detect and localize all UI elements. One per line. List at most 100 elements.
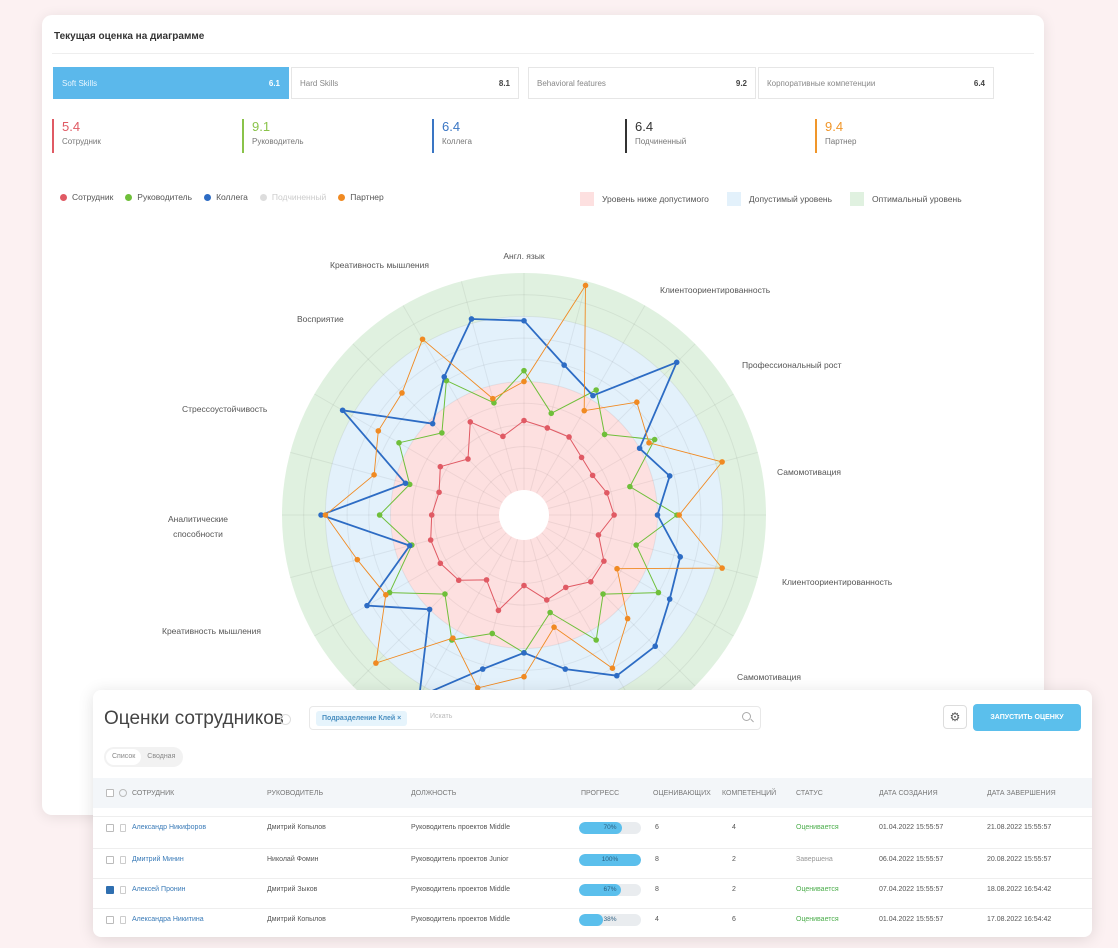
finished-date-cell: 20.08.2022 15:55:57 [987, 856, 1052, 863]
data-point [624, 615, 631, 622]
data-point [427, 537, 434, 543]
start-evaluation-button[interactable]: ЗАПУСТИТЬ ОЦЕНКУ [973, 704, 1081, 731]
data-point [521, 367, 527, 374]
data-point [364, 602, 370, 609]
data-point [627, 483, 633, 490]
data-point [428, 512, 435, 518]
axis-label: Самомотивация [737, 672, 801, 682]
axis-label: Креативность мышления [330, 260, 429, 270]
row-checkbox[interactable] [106, 824, 114, 832]
data-point [673, 359, 680, 366]
data-point [450, 635, 456, 641]
finished-date-cell: 18.08.2022 16:54:42 [987, 886, 1052, 893]
row-checkbox[interactable] [106, 916, 114, 924]
data-point [601, 431, 608, 438]
data-point [595, 532, 602, 538]
select-all-checkbox[interactable] [106, 789, 114, 797]
data-point [396, 440, 402, 446]
data-point [561, 362, 567, 368]
data-point [371, 472, 377, 478]
progress-label: 38% [603, 916, 617, 923]
column-header-manager[interactable]: Руководитель [267, 790, 323, 797]
data-point [468, 316, 475, 322]
finished-date-cell: 17.08.2022 16:54:42 [987, 916, 1052, 923]
column-header-employee[interactable]: Сотрудник [132, 790, 174, 797]
data-point [634, 399, 640, 405]
data-point [543, 597, 550, 603]
filter-chip[interactable]: Подразделение Клей × [316, 711, 408, 726]
data-point [566, 434, 572, 440]
data-point [609, 665, 616, 671]
tab-list[interactable]: Список [106, 749, 142, 765]
search-input[interactable]: Искать [430, 713, 452, 720]
axis-label: Профессиональный рост [742, 360, 842, 370]
data-point [406, 542, 413, 549]
position-cell: Руководитель проектов Junior [411, 856, 509, 863]
position-cell: Руководитель проектов Middle [411, 824, 510, 831]
row-divider [93, 848, 1092, 849]
bookmark-icon[interactable] [120, 856, 126, 864]
data-point [601, 558, 607, 564]
bookmark-icon[interactable] [120, 886, 126, 894]
axis-label: Аналитические способности [167, 514, 229, 539]
created-date-cell: 06.04.2022 15:55:57 [879, 856, 944, 863]
status-badge: Оценивается [796, 824, 839, 831]
column-header-position[interactable]: Должность [411, 790, 456, 797]
progress-bar: 100% [579, 854, 641, 866]
data-point [614, 565, 620, 572]
data-point [375, 428, 382, 434]
row-checkbox[interactable] [106, 856, 114, 864]
data-point [604, 490, 610, 496]
tab-summary[interactable]: Сводная [141, 749, 181, 765]
raters-cell: 8 [655, 856, 659, 863]
data-point [636, 445, 643, 452]
employee-name-link[interactable]: Александр Никифоров [132, 824, 206, 831]
column-header-created[interactable]: Дата создания [879, 790, 938, 797]
employee-name-link[interactable]: Дмитрий Минин [132, 856, 184, 863]
created-date-cell: 07.04.2022 15:55:57 [879, 886, 944, 893]
data-point [544, 425, 551, 431]
employee-name-link[interactable]: Александра Никитина [132, 916, 204, 923]
column-header-competencies[interactable]: Компетенций [722, 790, 776, 797]
data-point [373, 660, 379, 666]
employee-name-link[interactable]: Алексей Пронин [132, 886, 186, 893]
info-icon[interactable] [280, 714, 291, 725]
position-cell: Руководитель проектов Middle [411, 916, 510, 923]
data-point [521, 378, 527, 385]
data-point [483, 577, 490, 583]
data-point [547, 609, 553, 616]
manager-cell: Дмитрий Зыков [267, 886, 318, 893]
data-point [593, 387, 599, 393]
data-point [479, 666, 486, 672]
data-point [354, 556, 361, 563]
data-point [426, 606, 433, 613]
row-checkbox[interactable] [106, 886, 114, 894]
status-badge: Оценивается [796, 886, 839, 893]
data-point [490, 395, 496, 402]
data-point [652, 643, 659, 650]
column-header-raters[interactable]: Оценивающих [653, 790, 711, 797]
data-point [521, 417, 527, 424]
data-point [562, 584, 569, 591]
column-header-finished[interactable]: Дата завершения [987, 790, 1056, 797]
bookmark-icon[interactable] [120, 916, 126, 924]
data-point [402, 480, 409, 487]
row-divider [93, 816, 1092, 817]
search-icon[interactable] [742, 712, 751, 721]
data-point [666, 473, 673, 479]
data-point [339, 407, 346, 414]
data-point [521, 582, 527, 589]
data-point [666, 596, 673, 602]
progress-bar: 67% [579, 884, 641, 896]
created-date-cell: 01.04.2022 15:55:57 [879, 916, 944, 923]
competencies-cell: 2 [732, 856, 736, 863]
manager-cell: Дмитрий Копылов [267, 916, 326, 923]
search-bar[interactable]: Подразделение Клей × Искать [309, 706, 761, 730]
gear-icon[interactable]: ⚙ [943, 705, 967, 729]
position-cell: Руководитель проектов Middle [411, 886, 510, 893]
column-header-status[interactable]: Статус [796, 790, 823, 797]
column-header-progress[interactable]: Прогресс [581, 790, 619, 797]
bookmark-icon[interactable] [120, 824, 126, 832]
data-point [646, 440, 652, 446]
raters-cell: 8 [655, 886, 659, 893]
